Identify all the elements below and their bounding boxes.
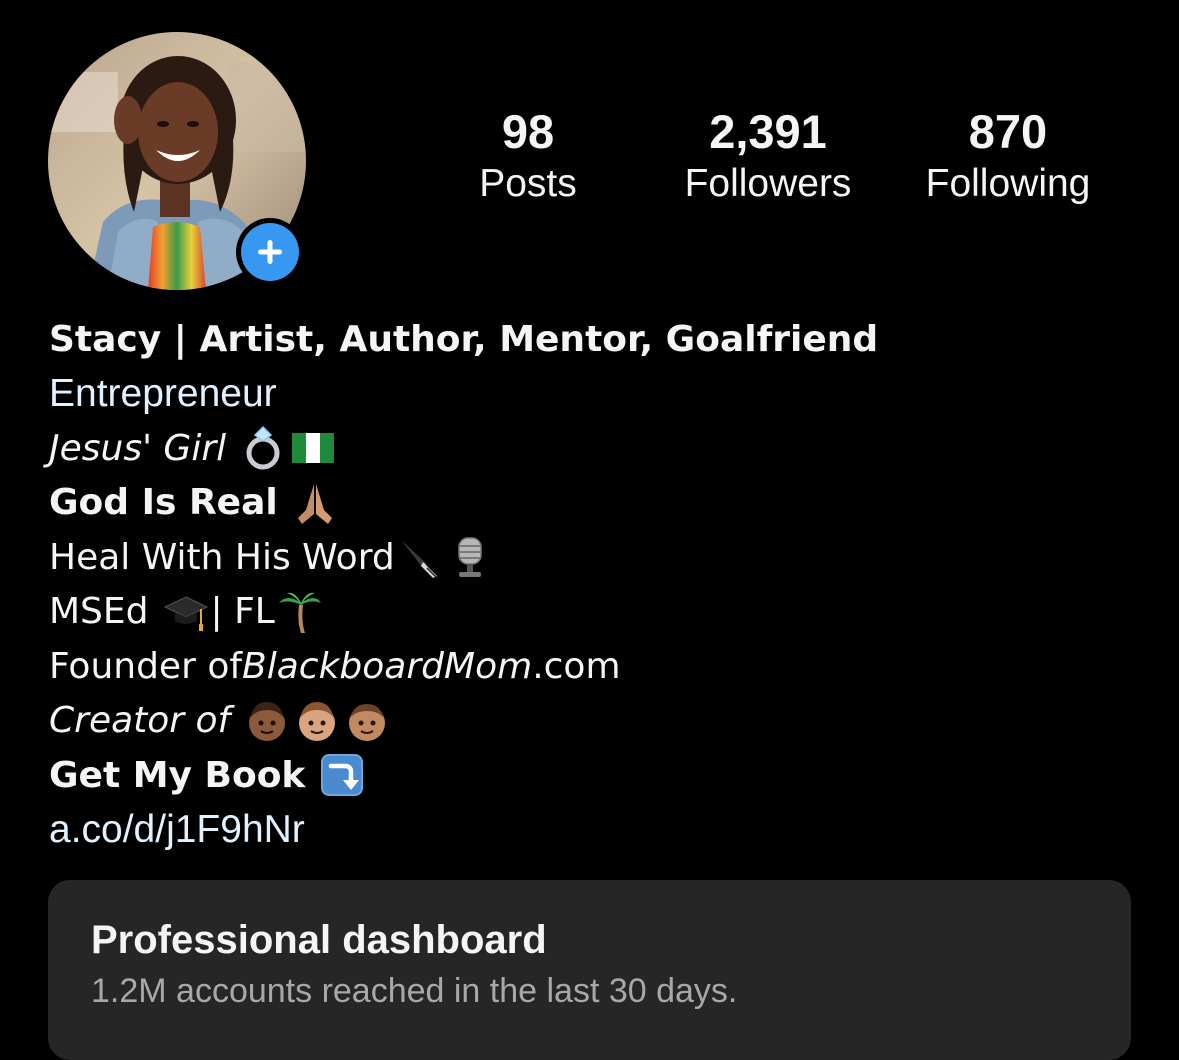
boy-icon xyxy=(344,698,390,744)
praying-hands-icon xyxy=(292,480,338,526)
arrow-down-right-icon xyxy=(319,752,365,798)
bio-line-jesus: Jesus' Girl xyxy=(49,421,1129,476)
dashboard-subtitle: 1.2M accounts reached in the last 30 day… xyxy=(91,972,738,1010)
plus-icon xyxy=(241,223,299,281)
posts-stat[interactable]: 98 Posts xyxy=(479,104,577,208)
bio-text-dotcom: .com xyxy=(532,645,621,687)
followers-count: 2,391 xyxy=(709,105,827,158)
bio-text-founder: Founder of xyxy=(49,645,243,687)
microphone-icon xyxy=(447,534,493,580)
bio-text-blackboardmom: BlackboardMom xyxy=(242,645,533,687)
bio-link-line: a.co/d/j1F9hNr xyxy=(49,803,1129,858)
professional-dashboard-card[interactable]: Professional dashboard 1.2M accounts rea… xyxy=(48,880,1131,1060)
ring-icon xyxy=(240,425,286,471)
followers-label: Followers xyxy=(684,162,852,205)
nigeria-flag-icon xyxy=(290,425,336,471)
bio-name-line: Stacy | Artist, Author, Mentor, Goalfrie… xyxy=(49,312,1129,367)
bio-line-heal: Heal With His Word xyxy=(49,530,1129,585)
posts-count: 98 xyxy=(501,105,555,158)
bio-text-god: God Is Real xyxy=(49,482,278,524)
bio-text-book: Get My Book xyxy=(49,754,306,796)
following-stat[interactable]: 870 Following xyxy=(926,104,1091,208)
bio-text-creator: Creator of xyxy=(49,700,231,742)
bio-text-jesus: Jesus' Girl xyxy=(49,427,227,469)
graduation-cap-icon xyxy=(163,589,209,635)
palm-tree-icon xyxy=(277,589,323,635)
profile-name: Stacy | Artist, Author, Mentor, Goalfrie… xyxy=(49,318,879,360)
posts-label: Posts xyxy=(479,162,577,205)
bio-line-god: God Is Real xyxy=(49,476,1129,531)
bio-line-msed: MSEd | FL xyxy=(49,585,1129,640)
bio-text-fl: | FL xyxy=(210,591,275,633)
following-label: Following xyxy=(925,162,1091,205)
profile-bio: Stacy | Artist, Author, Mentor, Goalfrie… xyxy=(49,312,1129,857)
bio-text-heal: Heal With His Word xyxy=(49,536,395,578)
dashboard-title: Professional dashboard xyxy=(91,918,547,962)
followers-stat[interactable]: 2,391 Followers xyxy=(685,104,852,208)
profile-category[interactable]: Entrepreneur xyxy=(49,372,277,416)
fountain-pen-icon xyxy=(397,534,443,580)
boy-icon xyxy=(244,698,290,744)
following-count: 870 xyxy=(968,105,1048,158)
bio-line-founder: Founder of BlackboardMom .com xyxy=(49,639,1129,694)
bio-link[interactable]: a.co/d/j1F9hNr xyxy=(49,808,305,852)
bio-text-msed: MSEd xyxy=(49,591,149,633)
bio-line-creator: Creator of xyxy=(49,694,1129,749)
bio-category-line: Entrepreneur xyxy=(49,367,1129,422)
add-story-button[interactable] xyxy=(236,218,304,286)
boy-icon xyxy=(294,698,340,744)
bio-line-book: Get My Book xyxy=(49,748,1129,803)
